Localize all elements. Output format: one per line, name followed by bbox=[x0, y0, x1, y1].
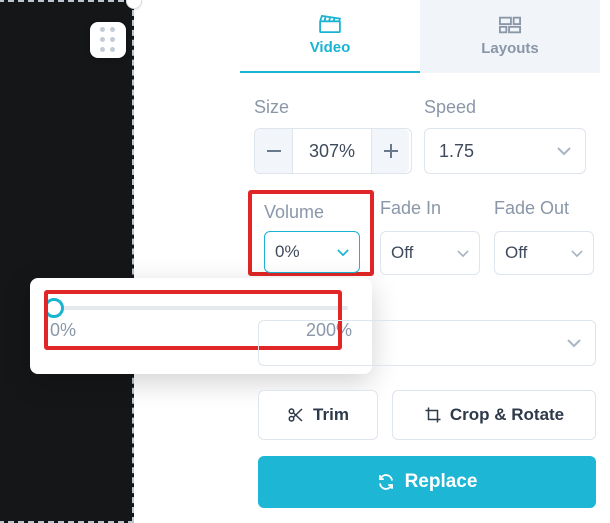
fade-out-dropdown[interactable]: Off bbox=[494, 231, 594, 275]
replace-label: Replace bbox=[405, 471, 478, 493]
fade-controls: Fade In Off Fade Out Off bbox=[380, 198, 594, 275]
speed-value: 1.75 bbox=[439, 141, 474, 162]
plus-icon bbox=[384, 144, 398, 158]
volume-value: 0% bbox=[275, 242, 300, 262]
size-decrease-button[interactable] bbox=[255, 129, 293, 173]
fade-out-label: Fade Out bbox=[494, 198, 594, 219]
secondary-dropdown[interactable] bbox=[258, 320, 596, 366]
fade-in-label: Fade In bbox=[380, 198, 480, 219]
replace-icon bbox=[377, 473, 395, 491]
action-buttons-row: Trim Crop & Rotate bbox=[258, 390, 596, 440]
minus-icon bbox=[267, 150, 281, 152]
size-stepper: 307% bbox=[254, 128, 412, 174]
layouts-icon bbox=[499, 16, 521, 34]
canvas-area bbox=[0, 0, 234, 523]
video-clip[interactable] bbox=[0, 0, 134, 523]
crop-icon bbox=[424, 406, 442, 424]
crop-rotate-label: Crop & Rotate bbox=[450, 405, 564, 425]
scissors-icon bbox=[287, 406, 305, 424]
replace-button[interactable]: Replace bbox=[258, 456, 596, 508]
chevron-down-icon bbox=[457, 250, 469, 257]
chevron-down-icon bbox=[571, 250, 583, 257]
chevron-down-icon bbox=[557, 147, 571, 155]
chevron-down-icon bbox=[567, 339, 581, 347]
fade-out-value: Off bbox=[505, 243, 527, 263]
tab-layouts-label: Layouts bbox=[481, 40, 539, 57]
drag-handle[interactable] bbox=[90, 22, 126, 58]
size-increase-button[interactable] bbox=[371, 129, 409, 173]
tab-layouts[interactable]: Layouts bbox=[420, 0, 600, 73]
speed-dropdown[interactable]: 1.75 bbox=[424, 128, 586, 174]
volume-highlight: Volume 0% bbox=[248, 190, 374, 276]
panel-tabs: Video Layouts bbox=[240, 0, 600, 73]
size-label: Size bbox=[254, 97, 412, 118]
tab-video[interactable]: Video bbox=[240, 0, 420, 73]
tab-video-label: Video bbox=[310, 39, 351, 56]
clapperboard-icon bbox=[319, 15, 341, 33]
fade-in-dropdown[interactable]: Off bbox=[380, 231, 480, 275]
clip-resize-handle[interactable] bbox=[127, 0, 141, 8]
chevron-down-icon bbox=[337, 249, 349, 256]
trim-label: Trim bbox=[313, 405, 349, 425]
trim-button[interactable]: Trim bbox=[258, 390, 378, 440]
volume-label: Volume bbox=[264, 202, 360, 223]
crop-rotate-button[interactable]: Crop & Rotate bbox=[392, 390, 596, 440]
volume-dropdown[interactable]: 0% bbox=[264, 231, 360, 273]
speed-label: Speed bbox=[424, 97, 586, 118]
fade-in-value: Off bbox=[391, 243, 413, 263]
size-value[interactable]: 307% bbox=[293, 141, 371, 162]
